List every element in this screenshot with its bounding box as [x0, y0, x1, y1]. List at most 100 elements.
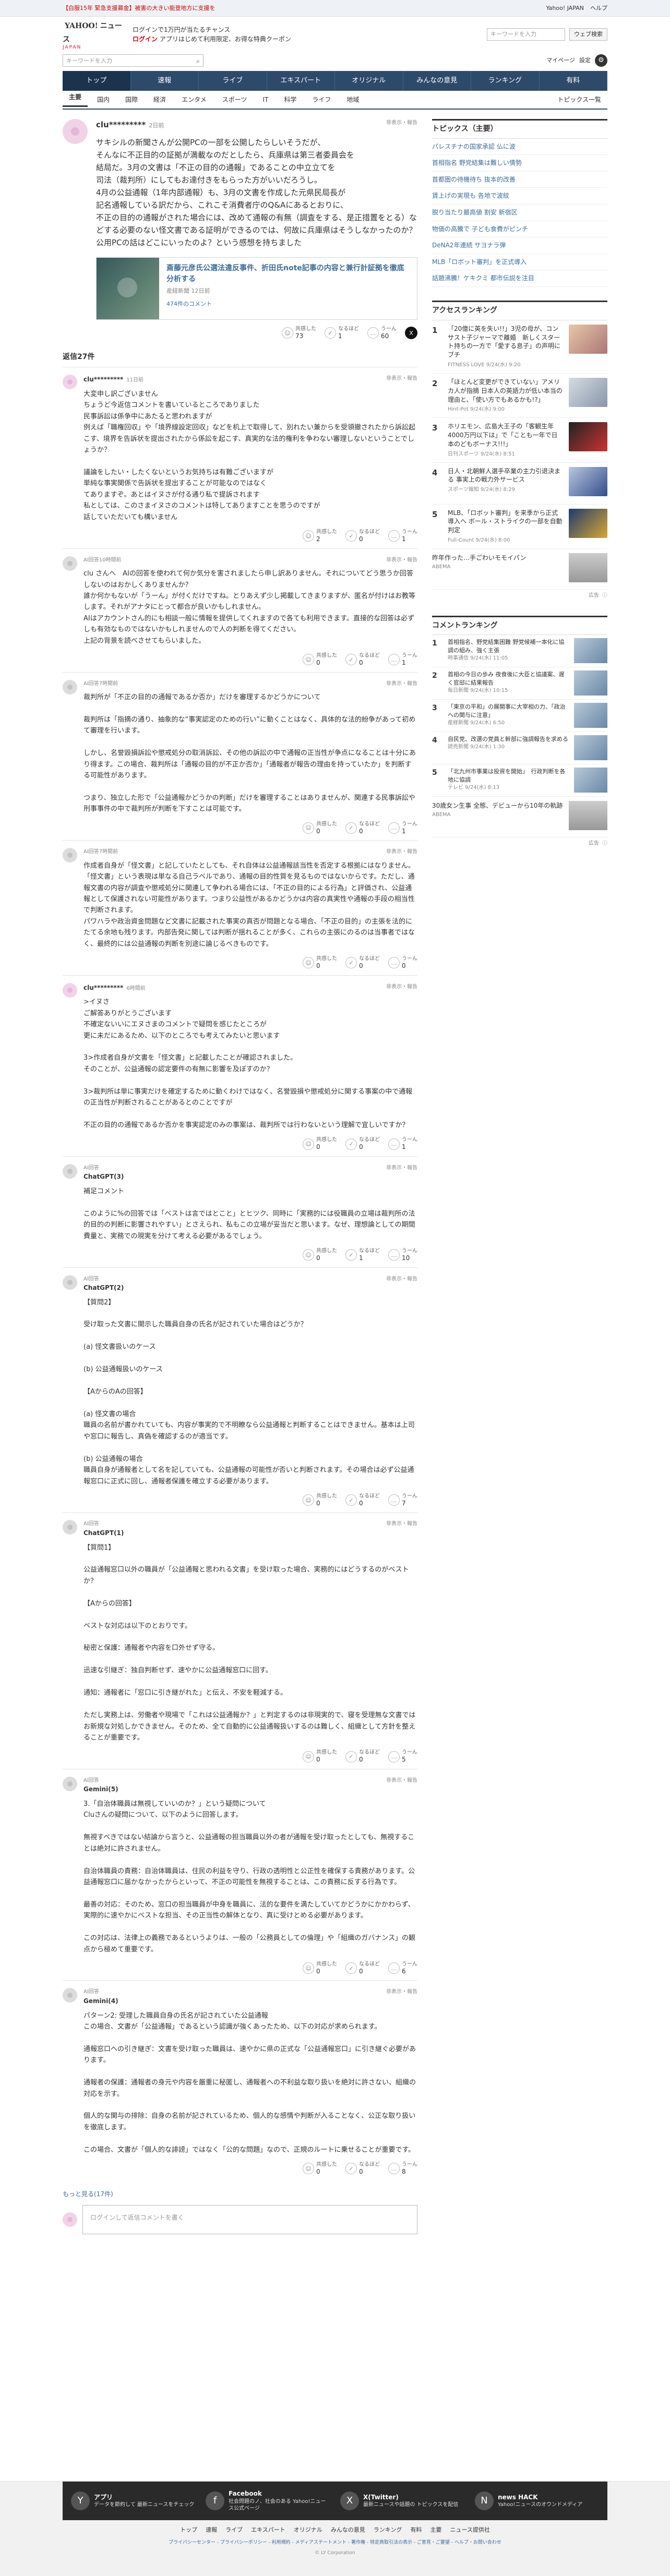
reply-author[interactable]: AI回答7時間前 — [83, 680, 417, 688]
yahoo-news-logo[interactable]: YAHOO! ニュース JAPAN — [63, 22, 124, 50]
footer-nav-item[interactable]: 速報 — [206, 2525, 217, 2534]
show-more-replies[interactable]: もっと見る(17件) — [63, 2189, 417, 2199]
insight-button[interactable]: ✓ なるほど 0 — [345, 1493, 380, 1507]
agree-button[interactable]: ☺ 共感した 0 — [303, 956, 337, 969]
reply-author[interactable]: AI回答 — [83, 1988, 417, 1996]
hmm-button[interactable]: … うーん 0 — [388, 956, 417, 969]
reply-author[interactable]: clu********* 6時間前 — [83, 983, 417, 993]
web-search-button[interactable]: ウェブ検索 — [569, 28, 607, 41]
insight-button[interactable]: ✓ なるほど 1 — [325, 326, 359, 340]
tab-it[interactable]: IT — [256, 95, 274, 105]
tab-economy[interactable]: 経済 — [147, 95, 172, 105]
gnav-item-expert[interactable]: エキスパート — [267, 71, 335, 91]
settings-link[interactable]: 設定 — [579, 56, 591, 65]
report-link[interactable]: 非表示・報告 — [386, 119, 417, 127]
footer-links[interactable]: プライバシーセンター - プライバシーポリシー - 利用規約 - メディアステー… — [0, 2537, 670, 2549]
insight-button[interactable]: ✓ なるほど 0 — [345, 1137, 380, 1151]
footer-nav-item[interactable]: エキスパート — [251, 2525, 285, 2534]
x-share-icon[interactable]: X — [405, 327, 417, 340]
article-comment-count[interactable]: 474件のコメント — [166, 299, 410, 308]
report-link[interactable]: 非表示・報告 — [386, 680, 417, 688]
topic-link[interactable]: 脱り当たり最高値 割安 新宿区 — [432, 205, 607, 221]
footer-promo-item[interactable]: Y アプリ データを節約して 最新ニュースをチェック — [71, 2491, 195, 2510]
agree-button[interactable]: ☺ 共感した 0 — [303, 2162, 337, 2175]
hmm-button[interactable]: … うーん 60 — [367, 326, 397, 340]
topic-link[interactable]: DeNA2年連続 サヨナラ弾 — [432, 237, 607, 254]
article-title[interactable]: 斎藤元彦氏公選法違反事件、折田氏note記事の内容と兼行計証拠を徹底分析する — [166, 263, 410, 284]
topic-link[interactable]: パレスチナの国家承認 仏に波 — [432, 139, 607, 155]
reply-author[interactable]: AI回答 — [83, 1520, 417, 1528]
help-link[interactable]: ヘルプ — [590, 4, 607, 13]
info-icon[interactable]: ⓘ — [602, 592, 607, 600]
hmm-button[interactable]: … うーん 7 — [388, 1493, 417, 1507]
agree-button[interactable]: ☺ 共感した 2 — [303, 529, 337, 543]
report-link[interactable]: 非表示・報告 — [386, 1520, 417, 1528]
ranking-item[interactable]: 2 「ほとんど変更ができていない」アメリカ人が指摘 日本人の英語力が低い本当の理由… — [432, 374, 607, 418]
reply-author[interactable]: AI回答10時間前 — [83, 556, 417, 565]
topics-list-link[interactable]: トピックス一覧 — [551, 95, 607, 105]
comment-ranking-item[interactable]: 3 「東京の平和」の展開事に大宰相の力、「政治への関与に注意」 産経新聞 9/24(… — [432, 700, 607, 733]
agree-button[interactable]: ☺ 共感した 73 — [282, 326, 316, 340]
reply-author[interactable]: AI回答7時間前 — [83, 848, 417, 856]
ranking-item[interactable]: 4 日人・北朝鮮人選手卒業の主力引退決まる 事実上の戦力外サービス スポーツ報知 9… — [432, 463, 607, 505]
ranking-item[interactable]: 5 MLB、「ロボット審判」を来季から正式導入へ ボール・ストライクの一部を自動判… — [432, 505, 607, 549]
report-link[interactable]: 非表示・報告 — [386, 1777, 417, 1785]
footer-promo-item[interactable]: X X(Twitter) 最新ニュースや話題の トピックスを配信 — [340, 2491, 464, 2510]
agree-button[interactable]: ☺ 共感した 0 — [303, 1248, 337, 1262]
tab-entertainment[interactable]: エンタメ — [175, 95, 213, 105]
agree-button[interactable]: ☺ 共感した 0 — [303, 821, 337, 835]
tab-life[interactable]: ライフ — [306, 95, 337, 105]
reply-author[interactable]: AI回答 — [83, 1275, 417, 1284]
emergency-alert-link[interactable]: 【白服15年 緊急支援募金】被害の大きい能登地方に支援を — [63, 4, 216, 13]
tab-main[interactable]: 主要 — [63, 92, 88, 107]
agree-button[interactable]: ☺ 共感した 0 — [303, 1961, 337, 1975]
footer-nav-item[interactable]: 主要 — [430, 2525, 441, 2534]
hmm-button[interactable]: … うーん 1 — [388, 653, 417, 666]
article-link-card[interactable]: 斎藤元彦氏公選法違反事件、折田氏note記事の内容と兼行計証拠を徹底分析する 産… — [96, 257, 417, 320]
report-link[interactable]: 非表示・報告 — [386, 1164, 417, 1172]
footer-nav-item[interactable]: 有料 — [410, 2525, 422, 2534]
login-link[interactable]: ログイン — [133, 35, 158, 43]
gnav-item-top[interactable]: トップ — [63, 71, 131, 91]
agree-button[interactable]: ☺ 共感した 0 — [303, 1493, 337, 1507]
tab-international[interactable]: 国際 — [119, 95, 144, 105]
tab-local[interactable]: 地域 — [340, 95, 365, 105]
footer-nav-item[interactable]: オリジナル — [294, 2525, 322, 2534]
hmm-button[interactable]: … うーん 8 — [388, 2162, 417, 2175]
hmm-button[interactable]: … うーん 1 — [388, 529, 417, 543]
hmm-button[interactable]: … うーん 1 — [388, 821, 417, 835]
news-search-input[interactable]: キーワードを入力 ⌕ — [63, 54, 204, 67]
hmm-button[interactable]: … うーん 6 — [388, 1961, 417, 1975]
gnav-item-original[interactable]: オリジナル — [335, 71, 403, 91]
agree-button[interactable]: ☺ 共感した 0 — [303, 653, 337, 666]
comment-ranking-item[interactable]: 1 首相指名、野党結集困難 野党候補一本化に協調の組み、強く主張 時事通信 9/24… — [432, 635, 607, 668]
agree-button[interactable]: ☺ 共感した 0 — [303, 1750, 337, 1763]
hmm-button[interactable]: … うーん 10 — [388, 1248, 417, 1262]
ad-item[interactable]: 昨年作った…手ごわいモモイパン ABEMA — [432, 549, 607, 590]
insight-button[interactable]: ✓ なるほど 1 — [345, 1248, 380, 1262]
comment-ranking-item[interactable]: 2 首相の今日の歩み 夜食後に大臣と協議案、遅く官邸に結果報告 毎日新聞 9/24(… — [432, 667, 607, 700]
topic-link[interactable]: 首都圏の待機待ち 抜本的改善 — [432, 172, 607, 188]
report-link[interactable]: 非表示・報告 — [386, 1275, 417, 1284]
footer-nav-item[interactable]: トップ — [180, 2525, 197, 2534]
report-link[interactable]: 非表示・報告 — [386, 375, 417, 383]
insight-button[interactable]: ✓ なるほど 0 — [345, 529, 380, 543]
agree-button[interactable]: ☺ 共感した 0 — [303, 1137, 337, 1151]
reply-input[interactable]: ログインして返信コメントを書く — [82, 2205, 417, 2235]
reply-author[interactable]: clu********* 11日前 — [83, 375, 417, 385]
comment-ranking-item[interactable]: 4 自民党、改選の党員と幹部に強調報告を求める 読売新聞 9/24(水) 1:30 — [432, 732, 607, 765]
mypage-link[interactable]: マイページ — [546, 56, 575, 65]
comment-ranking-item[interactable]: 5 「北九州市事業は投資を開始」 行政判断を各地に協調 テレビ 9/24(水) 8:… — [432, 764, 607, 797]
reply-author[interactable]: AI回答 — [83, 1777, 417, 1785]
report-link[interactable]: 非表示・報告 — [386, 983, 417, 991]
footer-promo-item[interactable]: Nnews HACK Yahoo!ニュースのオウンドメディア — [475, 2491, 599, 2510]
hmm-button[interactable]: … うーん 1 — [388, 1137, 417, 1151]
gear-icon[interactable]: ⚙ — [595, 54, 607, 67]
web-search-input[interactable]: キーワードを入力 — [487, 28, 565, 41]
topic-link[interactable]: 首相指名 野党結集は難しい情勢 — [432, 155, 607, 172]
search-icon[interactable]: ⌕ — [196, 56, 200, 66]
gnav-item-opinions[interactable]: みんなの意見 — [403, 71, 471, 91]
topic-link[interactable]: 物価の高騰で 子ども食費がピンチ — [432, 221, 607, 238]
gnav-item-paid[interactable]: 有料 — [540, 71, 607, 91]
insight-button[interactable]: ✓ なるほど 0 — [345, 956, 380, 969]
